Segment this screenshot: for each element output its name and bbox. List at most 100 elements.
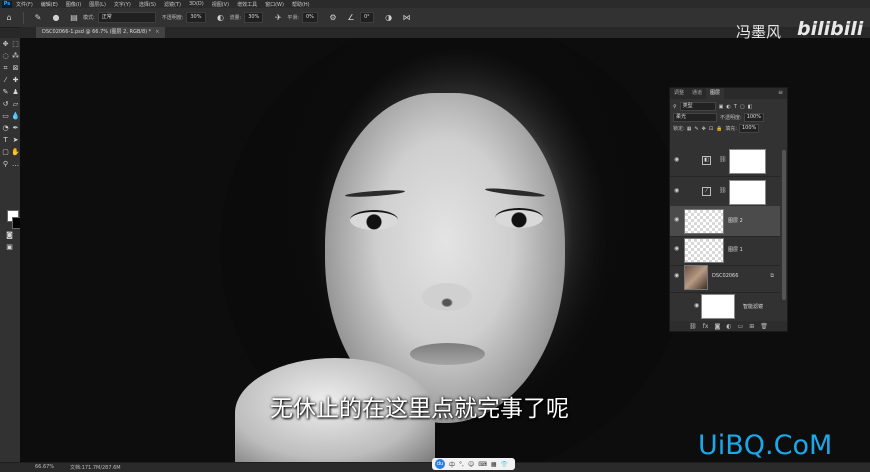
home-icon[interactable]: ⌂ <box>4 13 14 23</box>
visibility-eye-icon[interactable]: ◉ <box>674 272 679 279</box>
tab-channels[interactable]: 通道 <box>688 88 706 99</box>
symmetry-icon[interactable]: ⋈ <box>402 13 412 23</box>
opacity-field[interactable]: 30% <box>186 12 206 23</box>
menu-filter[interactable]: 滤镜(T) <box>164 1 181 8</box>
photoshop-logo[interactable]: Ps <box>2 0 12 8</box>
layer-row-selected[interactable]: ◉ 图层 2 <box>670 206 780 237</box>
tab-adjustments[interactable]: 调整 <box>670 88 688 99</box>
menu-layer[interactable]: 图层(L) <box>89 1 106 8</box>
menu-view[interactable]: 视图(V) <box>212 1 229 8</box>
airbrush-icon[interactable]: ✈ <box>273 13 283 23</box>
document-info[interactable]: 文档:171.7M/287.6M <box>70 464 121 471</box>
more-icon[interactable]: … <box>11 160 20 169</box>
angle-field[interactable]: 0° <box>359 12 374 23</box>
filter-adjust-icon[interactable]: ◐ <box>726 104 730 110</box>
blend-mode-select[interactable]: 柔光 <box>673 113 717 122</box>
menu-help[interactable]: 帮助(H) <box>292 1 310 8</box>
mode-select[interactable]: 正常 <box>97 12 156 23</box>
brush-tool-icon[interactable]: ✎ <box>1 88 10 97</box>
settings-icon[interactable]: ⚙ <box>328 13 338 23</box>
menu-plugins[interactable]: 增效工具 <box>237 1 257 8</box>
layer-row[interactable]: ◉ ⁄ ⛓ <box>670 177 780 208</box>
menu-image[interactable]: 图像(I) <box>66 1 81 8</box>
mask-icon[interactable]: ◙ <box>714 323 720 330</box>
smart-filter-row[interactable]: ◉ 智能滤镜 <box>670 292 780 320</box>
dodge-icon[interactable]: ◔ <box>1 124 10 133</box>
shape-icon[interactable]: ▢ <box>1 148 10 157</box>
history-brush-icon[interactable]: ↺ <box>1 100 10 109</box>
screen-mode-icon[interactable]: ▣ <box>5 243 14 252</box>
chain-link-icon[interactable]: ⛓ <box>719 187 727 194</box>
ime-punct[interactable]: °, <box>459 461 464 468</box>
lock-artboard-icon[interactable]: ⊡ <box>709 126 713 132</box>
frame-icon[interactable]: ⊠ <box>11 64 20 73</box>
zoom-icon[interactable]: ⚲ <box>1 160 10 169</box>
panel-scrollbar[interactable] <box>782 150 786 300</box>
filter-shape-icon[interactable]: ▢ <box>740 104 745 110</box>
layer-mask-thumbnail[interactable] <box>729 180 766 205</box>
blur-icon[interactable]: 💧 <box>11 112 20 121</box>
menu-window[interactable]: 窗口(W) <box>265 1 284 8</box>
gradient-icon[interactable]: ▭ <box>1 112 10 121</box>
crop-icon[interactable]: ⌗ <box>1 64 10 73</box>
menu-file[interactable]: 文件(F) <box>16 1 33 8</box>
quick-mask-icon[interactable]: ◙ <box>5 231 14 240</box>
group-icon[interactable]: ▭ <box>738 323 744 330</box>
menu-edit[interactable]: 编辑(E) <box>41 1 58 8</box>
path-select-icon[interactable]: ➤ <box>11 136 20 145</box>
visibility-eye-icon[interactable]: ◉ <box>674 245 679 252</box>
layer-row[interactable]: ◉ ◧ ⛓ <box>670 146 780 177</box>
filter-pixel-icon[interactable]: ▣ <box>719 104 724 110</box>
brush-icon[interactable]: ✎ <box>33 13 43 23</box>
ime-emoji-icon[interactable]: ☺ <box>468 461 474 468</box>
pressure-icon[interactable]: ◐ <box>216 13 226 23</box>
visibility-eye-icon[interactable]: ◉ <box>674 156 679 163</box>
tab-layers[interactable]: 图层 <box>706 88 725 99</box>
angle-icon[interactable]: ∠ <box>346 13 356 23</box>
fx-icon[interactable]: fx <box>703 323 709 330</box>
fill-field[interactable]: 100% <box>738 124 760 133</box>
document-tab[interactable]: DSC02066-1.psd @ 66.7% (图层 2, RGB/8) * × <box>36 27 166 38</box>
smooth-field[interactable]: 0% <box>302 12 318 23</box>
close-icon[interactable]: × <box>155 29 159 35</box>
layer-name[interactable]: DSC02066 <box>712 273 738 279</box>
pen-icon[interactable]: ✒ <box>11 124 20 133</box>
lock-pixels-icon[interactable]: ✎ <box>694 126 698 132</box>
menu-select[interactable]: 选择(S) <box>139 1 156 8</box>
lock-transparency-icon[interactable]: ▦ <box>687 126 692 132</box>
eraser-icon[interactable]: ▱ <box>11 100 20 109</box>
layer-mask-thumbnail[interactable] <box>729 149 766 174</box>
marquee-icon[interactable]: ⬚ <box>11 40 20 49</box>
pressure-size-icon[interactable]: ◑ <box>384 13 394 23</box>
brush-settings-icon[interactable]: ▤ <box>69 13 79 23</box>
visibility-eye-icon[interactable]: ◉ <box>674 187 679 194</box>
kind-filter-select[interactable]: 类型 <box>679 102 716 111</box>
ime-lang[interactable]: 中 <box>449 460 455 469</box>
eyedropper-icon[interactable]: ⁄ <box>1 76 10 85</box>
flow-field[interactable]: 30% <box>244 12 264 23</box>
adjustment-icon[interactable]: ◐ <box>726 323 731 330</box>
filter-type-icon[interactable]: T <box>734 104 737 110</box>
visibility-eye-icon[interactable]: ◉ <box>674 216 679 223</box>
visibility-eye-icon[interactable]: ◉ <box>694 302 699 309</box>
stamp-icon[interactable]: ♟ <box>11 88 20 97</box>
smart-filter-label[interactable]: 智能滤镜 <box>743 303 763 310</box>
ime-logo-icon[interactable]: du <box>435 459 445 469</box>
menu-3d[interactable]: 3D(D) <box>189 1 204 7</box>
layer-name[interactable]: 图层 1 <box>728 246 743 253</box>
filter-smart-icon[interactable]: ◧ <box>748 104 753 110</box>
layer-row[interactable]: ◉ DSC02066 ⧉ <box>670 262 780 293</box>
type-icon[interactable]: T <box>1 136 10 145</box>
hand-icon[interactable]: ✋ <box>11 148 20 157</box>
menu-type[interactable]: 文字(Y) <box>114 1 131 8</box>
lasso-icon[interactable]: ◌ <box>1 52 10 61</box>
ime-keyboard-icon[interactable]: ⌨ <box>478 461 487 468</box>
magic-wand-icon[interactable]: ⁂ <box>11 52 20 61</box>
link-icon[interactable]: ⛓ <box>689 323 697 330</box>
lock-position-icon[interactable]: ✥ <box>702 126 706 132</box>
new-layer-icon[interactable]: ⊞ <box>749 323 754 330</box>
panel-menu-icon[interactable]: ≡ <box>778 89 783 96</box>
trash-icon[interactable]: 🗑 <box>760 323 768 330</box>
brush-preset-icon[interactable]: ● <box>51 13 61 23</box>
layer-name[interactable]: 图层 2 <box>728 217 743 224</box>
